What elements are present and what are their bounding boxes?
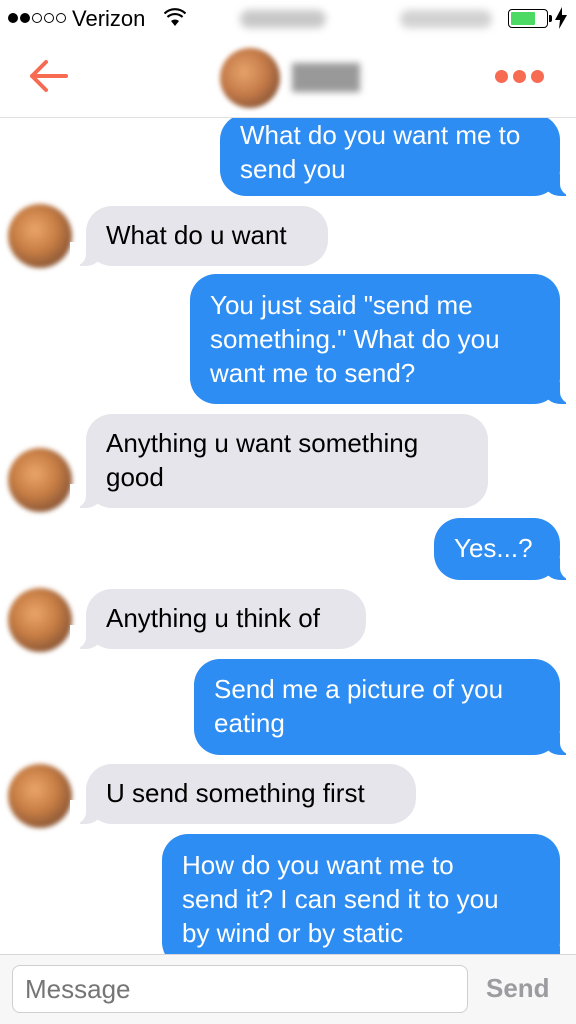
message-thread[interactable]: What do you want me to send you What do … bbox=[0, 118, 576, 954]
message-received: What do u want bbox=[70, 206, 328, 266]
contact-avatar[interactable] bbox=[8, 448, 72, 512]
message-compose-bar: Send bbox=[0, 954, 576, 1024]
message-sent: You just said "send me something." What … bbox=[190, 274, 576, 404]
message-text: Anything u think of bbox=[106, 603, 320, 633]
contact-avatar[interactable] bbox=[8, 588, 72, 652]
status-redacted bbox=[400, 10, 492, 28]
message-text: What do u want bbox=[106, 220, 287, 250]
carrier-name: Verizon bbox=[72, 6, 146, 31]
contact-avatar[interactable] bbox=[8, 764, 72, 828]
message-sent: What do you want me to send you bbox=[220, 118, 576, 196]
message-received: Anything u think of bbox=[70, 589, 366, 649]
message-received: Anything u want something good bbox=[70, 414, 488, 508]
message-received: U send something first bbox=[70, 764, 416, 824]
chat-header: ████ bbox=[0, 40, 576, 118]
message-text: Anything u want something good bbox=[106, 428, 419, 492]
contact-name-redacted[interactable]: ████ bbox=[292, 64, 360, 92]
message-text: Send me a picture of you eating bbox=[214, 674, 504, 738]
signal-strength-icon bbox=[8, 13, 66, 23]
message-sent: How do you want me to send it? I can sen… bbox=[162, 834, 576, 954]
back-arrow-icon[interactable] bbox=[22, 56, 72, 96]
message-text: What do you want me to send you bbox=[240, 120, 521, 184]
message-text: Yes...? bbox=[454, 533, 533, 563]
message-sent: Yes...? bbox=[434, 518, 576, 580]
send-button[interactable]: Send bbox=[486, 973, 550, 1004]
time-redacted bbox=[240, 10, 326, 28]
message-input[interactable] bbox=[12, 965, 468, 1013]
message-text: U send something first bbox=[106, 778, 365, 808]
battery-icon bbox=[508, 9, 552, 28]
contact-avatar[interactable] bbox=[220, 48, 280, 108]
charging-bolt-icon bbox=[555, 7, 567, 29]
message-text: How do you want me to send it? I can sen… bbox=[182, 850, 499, 948]
more-dots-icon[interactable] bbox=[495, 70, 544, 83]
wifi-icon bbox=[164, 8, 186, 26]
contact-avatar[interactable] bbox=[8, 204, 72, 268]
message-text: You just said "send me something." What … bbox=[210, 290, 500, 388]
status-bar: Verizon bbox=[0, 0, 576, 40]
message-sent: Send me a picture of you eating bbox=[194, 659, 576, 755]
